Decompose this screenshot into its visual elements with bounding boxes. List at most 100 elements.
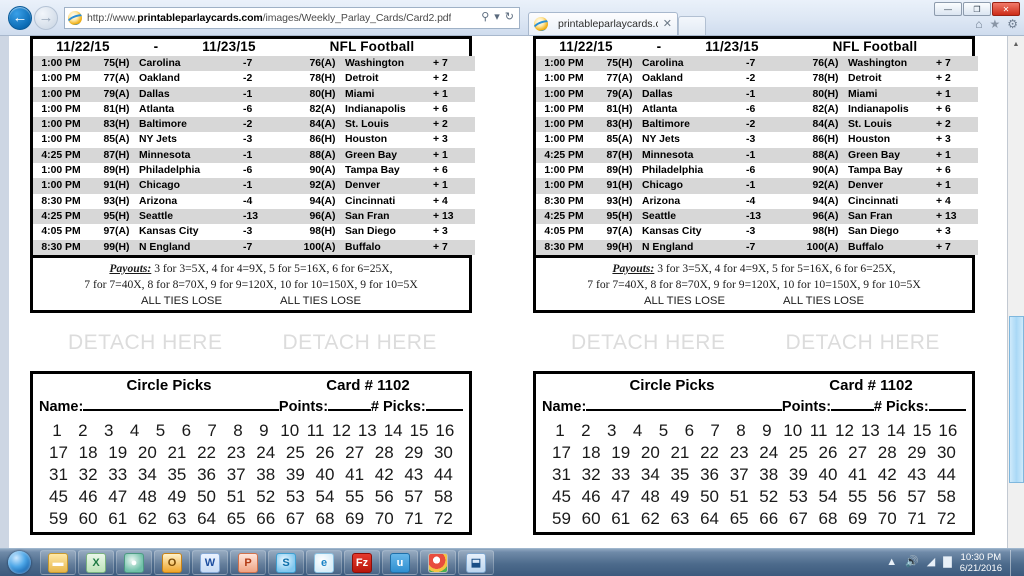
pick-number[interactable]: 39 — [282, 464, 309, 486]
pick-number[interactable]: 72 — [933, 508, 960, 530]
pick-number[interactable]: 23 — [726, 442, 753, 464]
pick-number[interactable]: 41 — [844, 464, 871, 486]
pick-number[interactable]: 12 — [329, 420, 353, 442]
pick-number[interactable]: 31 — [45, 464, 72, 486]
pick-number[interactable]: 32 — [75, 464, 102, 486]
pick-number[interactable]: 54 — [311, 486, 338, 508]
pick-number[interactable]: 3 — [97, 420, 121, 442]
pick-number[interactable]: 31 — [548, 464, 575, 486]
pick-number[interactable]: 15 — [910, 420, 934, 442]
minimize-button[interactable]: — — [934, 2, 962, 16]
pick-number[interactable]: 20 — [637, 442, 664, 464]
home-icon[interactable]: ⌂ — [975, 18, 982, 30]
back-button[interactable]: ← — [8, 5, 32, 30]
taskbar-item-windows-explorer[interactable]: ▬ — [40, 550, 76, 575]
pick-number[interactable]: 28 — [874, 442, 901, 464]
taskbar-item-u-app[interactable]: u — [382, 550, 418, 575]
maximize-button[interactable]: ❐ — [963, 2, 991, 16]
pick-number[interactable]: 5 — [651, 420, 675, 442]
pick-number[interactable]: 22 — [696, 442, 723, 464]
pick-number[interactable]: 45 — [548, 486, 575, 508]
name-field[interactable] — [83, 396, 279, 411]
pick-number[interactable]: 68 — [311, 508, 338, 530]
scrollbar-thumb[interactable] — [1008, 316, 1024, 484]
pick-number[interactable]: 1 — [548, 420, 572, 442]
pick-number[interactable]: 50 — [193, 486, 220, 508]
pick-number[interactable]: 72 — [430, 508, 457, 530]
taskbar-item-filezilla[interactable]: Fz — [344, 550, 380, 575]
pick-number[interactable]: 30 — [933, 442, 960, 464]
close-icon[interactable]: ✕ — [663, 18, 672, 30]
pick-number[interactable]: 11 — [807, 420, 831, 442]
pick-number[interactable]: 8 — [729, 420, 753, 442]
pick-number[interactable]: 26 — [814, 442, 841, 464]
pick-number[interactable]: 70 — [874, 508, 901, 530]
pick-number[interactable]: 48 — [637, 486, 664, 508]
scroll-up-button[interactable]: ▲ — [1007, 36, 1024, 53]
pick-number[interactable]: 53 — [785, 486, 812, 508]
pick-number[interactable]: 14 — [381, 420, 405, 442]
pick-number[interactable]: 66 — [755, 508, 782, 530]
pick-number[interactable]: 69 — [844, 508, 871, 530]
pick-number[interactable]: 56 — [874, 486, 901, 508]
taskbar-item-outlook[interactable]: O — [154, 550, 190, 575]
pick-number[interactable]: 39 — [785, 464, 812, 486]
pick-number[interactable]: 42 — [371, 464, 398, 486]
pick-number[interactable]: 52 — [252, 486, 279, 508]
pick-number[interactable]: 57 — [903, 486, 930, 508]
search-icon[interactable]: ⚲ — [481, 12, 489, 23]
pick-number[interactable]: 27 — [341, 442, 368, 464]
taskbar-item-chrome[interactable] — [420, 550, 456, 575]
pick-number[interactable]: 2 — [71, 420, 95, 442]
pick-number[interactable]: 16 — [433, 420, 457, 442]
pick-number[interactable]: 8 — [226, 420, 250, 442]
pick-number[interactable]: 60 — [75, 508, 102, 530]
pick-number[interactable]: 41 — [341, 464, 368, 486]
taskbar-item-recycle-app[interactable]: ● — [116, 550, 152, 575]
clock[interactable]: 10:30 PM 6/21/2016 — [960, 552, 1002, 574]
pick-number[interactable]: 47 — [607, 486, 634, 508]
pick-number[interactable]: 15 — [407, 420, 431, 442]
pick-number[interactable]: 49 — [666, 486, 693, 508]
pick-number[interactable]: 58 — [430, 486, 457, 508]
pick-number[interactable]: 22 — [193, 442, 220, 464]
show-desktop-button[interactable] — [1010, 549, 1018, 576]
pick-number[interactable]: 71 — [400, 508, 427, 530]
pick-number[interactable]: 34 — [637, 464, 664, 486]
pick-number[interactable]: 24 — [755, 442, 782, 464]
pick-number[interactable]: 23 — [223, 442, 250, 464]
pick-number[interactable]: 59 — [548, 508, 575, 530]
pick-number[interactable]: 36 — [696, 464, 723, 486]
vertical-scrollbar[interactable]: ▲ ▼ — [1007, 36, 1024, 576]
pick-number[interactable]: 25 — [785, 442, 812, 464]
favorites-star-icon[interactable]: ★ — [989, 18, 1000, 30]
pick-number[interactable]: 36 — [193, 464, 220, 486]
taskbar-item-word[interactable]: W — [192, 550, 228, 575]
pick-number[interactable]: 37 — [726, 464, 753, 486]
numpicks-field[interactable] — [928, 396, 966, 411]
pick-number[interactable]: 5 — [148, 420, 172, 442]
address-bar[interactable]: http://www.printableparlaycards.com/imag… — [64, 6, 520, 29]
pick-number[interactable]: 2 — [574, 420, 598, 442]
pick-number[interactable]: 14 — [884, 420, 908, 442]
pick-number[interactable]: 46 — [75, 486, 102, 508]
pick-number[interactable]: 47 — [104, 486, 131, 508]
pick-number[interactable]: 40 — [311, 464, 338, 486]
pick-number[interactable]: 17 — [548, 442, 575, 464]
pick-number[interactable]: 56 — [371, 486, 398, 508]
close-window-button[interactable]: ✕ — [992, 2, 1020, 16]
pick-number[interactable]: 63 — [163, 508, 190, 530]
pick-number[interactable]: 60 — [578, 508, 605, 530]
points-field[interactable] — [831, 396, 874, 411]
pick-number[interactable]: 11 — [304, 420, 328, 442]
pick-number[interactable]: 65 — [223, 508, 250, 530]
pick-number[interactable]: 24 — [252, 442, 279, 464]
volume-icon[interactable]: 🔊 — [905, 557, 919, 568]
new-tab-button[interactable] — [678, 16, 706, 35]
pick-number[interactable]: 63 — [666, 508, 693, 530]
pick-number[interactable]: 7 — [703, 420, 727, 442]
taskbar-item-powerpoint[interactable]: P — [230, 550, 266, 575]
pick-number[interactable]: 50 — [696, 486, 723, 508]
pick-number[interactable]: 4 — [626, 420, 650, 442]
pick-number[interactable]: 17 — [45, 442, 72, 464]
